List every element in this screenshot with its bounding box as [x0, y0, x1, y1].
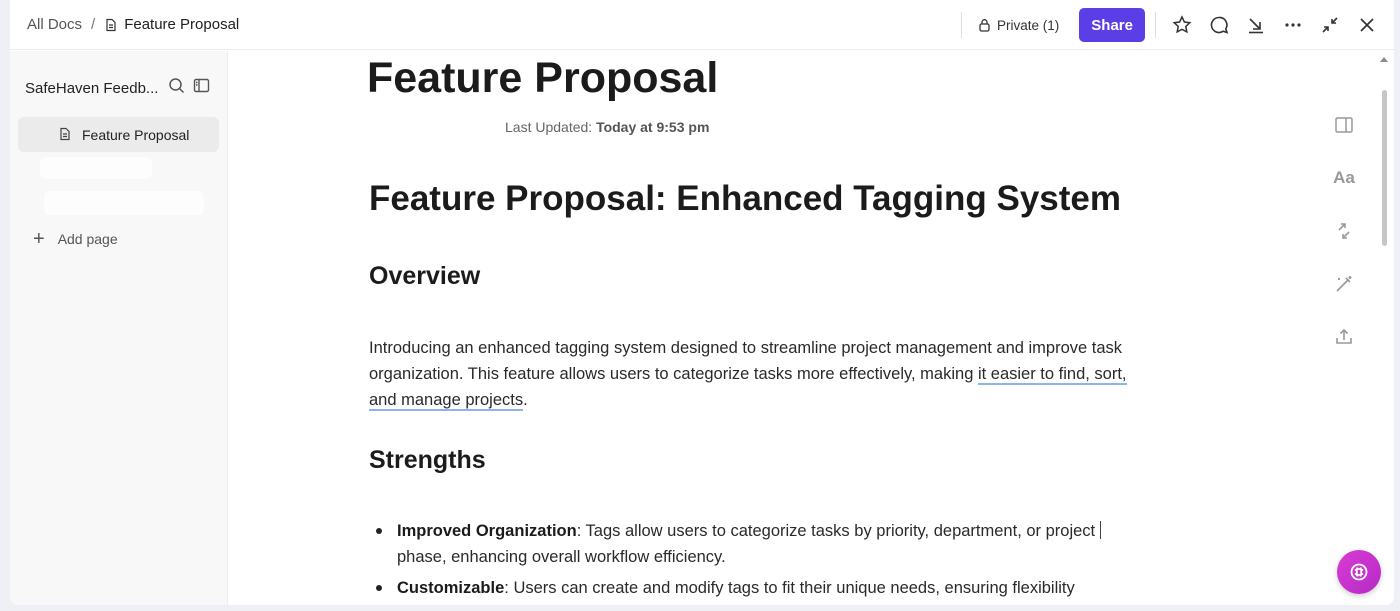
search-button[interactable]: [168, 77, 185, 99]
document-icon: [60, 127, 70, 141]
list-item-title: Customizable: [397, 579, 505, 597]
divider: [1155, 12, 1156, 38]
wand-icon: [1336, 276, 1352, 292]
list-item[interactable]: Improved Organization: Tags allow users …: [369, 518, 1149, 570]
sync-icon: [1338, 223, 1350, 239]
scroll-up-arrow[interactable]: [1380, 57, 1388, 62]
last-updated-value: Today at 9:53 pm: [596, 119, 710, 135]
download-icon: [1249, 18, 1263, 34]
collapse-button[interactable]: [1319, 14, 1341, 36]
sidebar-item-label: Feature Proposal: [82, 126, 190, 143]
close-icon: [1360, 18, 1374, 32]
favorite-button[interactable]: [1171, 14, 1193, 36]
close-button[interactable]: [1356, 14, 1378, 36]
ai-icon: [1350, 563, 1368, 581]
comments-button[interactable]: [1208, 14, 1230, 36]
privacy-button[interactable]: Private (1): [978, 18, 1059, 33]
ai-wand-button[interactable]: [1334, 274, 1354, 327]
search-icon: [169, 78, 185, 94]
sidebar-item-feature-proposal[interactable]: Feature Proposal: [18, 117, 219, 152]
scrollbar[interactable]: [1382, 90, 1387, 246]
font-icon: Aa: [1333, 168, 1355, 187]
divider: [961, 12, 963, 38]
add-page-label: Add page: [57, 231, 118, 247]
overview-heading[interactable]: Overview: [369, 262, 480, 291]
move-button[interactable]: [1245, 14, 1267, 36]
breadcrumb: All Docs / Feature Proposal: [10, 16, 239, 33]
export-button[interactable]: [1334, 327, 1354, 380]
collapse-icon: [1322, 17, 1338, 33]
panel-icon: [1335, 117, 1353, 133]
placeholder-item: [40, 157, 152, 179]
sidebar-toggle-button[interactable]: [193, 77, 210, 99]
sidebar-toggle-icon: [193, 78, 210, 93]
overview-paragraph[interactable]: Introducing an enhanced tagging system d…: [369, 335, 1149, 413]
plus-icon: +: [33, 228, 45, 250]
ai-assistant-button[interactable]: [1337, 550, 1381, 594]
list-item-title: Improved Organization: [397, 522, 577, 540]
star-icon: [1172, 15, 1192, 34]
comment-icon: [1210, 16, 1229, 34]
more-icon: [1285, 23, 1301, 27]
list-item[interactable]: Customizable: Users can create and modif…: [369, 575, 1149, 601]
right-rail: Aa: [1333, 115, 1355, 380]
export-icon: [1336, 328, 1352, 344]
sidebar-header: SafeHaven Feedb...: [25, 77, 215, 99]
list-item-text: : Users can create and modify tags to fi…: [504, 579, 1075, 597]
sync-button[interactable]: [1334, 221, 1354, 274]
breadcrumb-all-docs[interactable]: All Docs: [27, 16, 82, 33]
doc-window: All Docs / Feature Proposal Private (1) …: [10, 0, 1394, 605]
top-bar: All Docs / Feature Proposal Private (1) …: [10, 0, 1394, 50]
more-button[interactable]: [1282, 14, 1304, 36]
doc-heading[interactable]: Feature Proposal: Enhanced Tagging Syste…: [369, 179, 1121, 219]
font-button[interactable]: Aa: [1333, 168, 1355, 221]
add-page-button[interactable]: + Add page: [33, 228, 118, 250]
share-button[interactable]: Share: [1079, 8, 1145, 42]
text-cursor: [1099, 521, 1101, 539]
document-icon: [106, 18, 116, 31]
privacy-label: Private (1): [997, 17, 1060, 33]
strengths-list: Improved Organization: Tags allow users …: [369, 518, 1149, 605]
strengths-heading[interactable]: Strengths: [369, 446, 486, 475]
sidebar-title[interactable]: SafeHaven Feedb...: [25, 80, 160, 97]
sidebar: SafeHaven Feedb... Feature Proposal + Ad…: [10, 51, 228, 605]
panel-button[interactable]: [1334, 115, 1354, 168]
overview-text-end: .: [523, 391, 528, 409]
breadcrumb-current[interactable]: Feature Proposal: [124, 16, 239, 33]
page-title[interactable]: Feature Proposal: [367, 54, 718, 103]
lock-icon: [979, 19, 990, 32]
placeholder-item: [44, 191, 204, 215]
breadcrumb-separator: /: [91, 16, 96, 33]
last-updated: Last Updated: Today at 9:53 pm: [505, 119, 709, 135]
top-actions: Private (1) Share: [945, 0, 1378, 50]
last-updated-label: Last Updated:: [505, 119, 593, 135]
